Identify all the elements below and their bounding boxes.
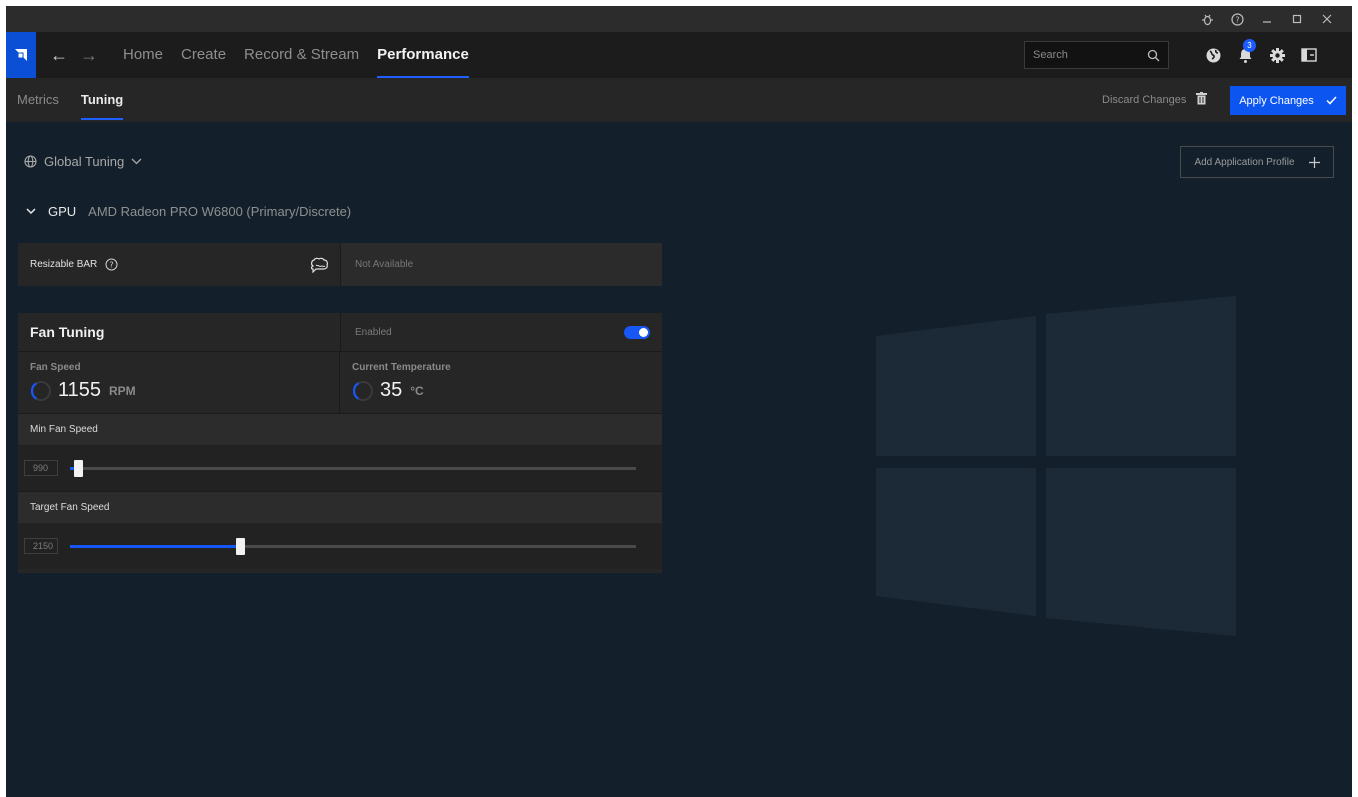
apply-changes-label: Apply Changes	[1239, 94, 1314, 107]
discard-changes-label: Discard Changes	[1102, 94, 1187, 106]
fan-tuning-card: Fan Tuning Enabled Fan Speed 1155 RPM Cu…	[18, 313, 662, 573]
checkmark-icon	[1326, 96, 1337, 105]
plus-icon	[1308, 156, 1320, 168]
svg-text:?: ?	[1235, 15, 1239, 24]
resizable-bar-card: Resizable BAR ? Not Available	[18, 243, 662, 286]
fan-tuning-title: Fan Tuning	[30, 324, 105, 340]
fan-tuning-toggle[interactable]	[624, 325, 650, 339]
fan-speed-label: Fan Speed	[30, 362, 81, 373]
fan-speed-unit: RPM	[109, 383, 136, 398]
temperature-label: Current Temperature	[352, 362, 451, 373]
add-application-profile-button[interactable]: Add Application Profile	[1180, 146, 1334, 178]
gpu-section-header[interactable]: GPU AMD Radeon PRO W6800 (Primary/Discre…	[26, 204, 351, 219]
fan-speed-gauge-icon	[30, 380, 51, 401]
tab-create[interactable]: Create	[172, 32, 235, 78]
chevron-down-icon	[131, 158, 142, 165]
notification-badge: 3	[1243, 39, 1256, 52]
maximize-icon[interactable]	[1282, 6, 1312, 32]
tab-home[interactable]: Home	[114, 32, 172, 78]
discard-changes-button[interactable]: Discard Changes	[1102, 78, 1208, 122]
back-arrow-icon[interactable]: ←	[44, 45, 74, 66]
apply-changes-button[interactable]: Apply Changes	[1230, 86, 1346, 115]
global-tuning-dropdown[interactable]: Global Tuning	[24, 154, 142, 169]
fan-speed-value: 1155	[58, 379, 102, 401]
windows-logo-background	[876, 296, 1236, 636]
fan-speed-metric: Fan Speed 1155 RPM	[18, 352, 340, 413]
main-nav: ← → Home Create Record & Stream Performa…	[6, 32, 1352, 78]
settings-gear-icon[interactable]	[1264, 42, 1290, 68]
tab-record-stream[interactable]: Record & Stream	[235, 32, 368, 78]
gpu-label: GPU	[48, 204, 77, 219]
min-fan-speed-label: Min Fan Speed	[18, 413, 662, 445]
minimize-icon[interactable]	[1252, 6, 1282, 32]
app-window: ? ← → Home Create Record & Stream Perfor…	[6, 6, 1352, 797]
globe-icon[interactable]	[1200, 42, 1226, 68]
close-icon[interactable]	[1312, 6, 1342, 32]
tab-performance[interactable]: Performance	[368, 32, 478, 78]
global-tuning-label: Global Tuning	[44, 154, 125, 169]
chevron-down-icon	[26, 208, 36, 215]
trash-icon	[1196, 92, 1208, 108]
fan-tuning-status: Enabled	[355, 326, 392, 338]
globe-outline-icon	[24, 155, 37, 168]
resizable-bar-label: Resizable BAR	[30, 259, 98, 270]
add-profile-label: Add Application Profile	[1194, 156, 1295, 168]
min-fan-speed-input[interactable]: 990	[24, 460, 58, 476]
target-fan-speed-input[interactable]: 2150	[24, 538, 58, 554]
help-circle-icon[interactable]: ?	[105, 258, 118, 271]
title-bar: ?	[6, 6, 1352, 32]
tab-metrics[interactable]: Metrics	[6, 78, 70, 122]
amd-logo-icon[interactable]	[6, 32, 36, 78]
search-icon	[1147, 49, 1160, 61]
svg-text:?: ?	[110, 261, 114, 270]
search-input[interactable]: Search	[1024, 41, 1169, 69]
help-icon[interactable]: ?	[1222, 6, 1252, 32]
bug-report-icon[interactable]	[1192, 6, 1222, 32]
forward-arrow-icon[interactable]: →	[74, 45, 104, 66]
temperature-value: 35	[380, 379, 403, 401]
target-fan-speed-label: Target Fan Speed	[18, 491, 662, 523]
tab-tuning[interactable]: Tuning	[70, 78, 134, 122]
temperature-metric: Current Temperature 35 °C	[340, 352, 662, 413]
temperature-gauge-icon	[352, 380, 373, 401]
sidebar-panel-icon[interactable]	[1296, 42, 1322, 68]
target-fan-speed-slider[interactable]	[70, 537, 636, 555]
search-placeholder: Search	[1033, 49, 1068, 61]
resizable-bar-status: Not Available	[340, 243, 662, 286]
min-fan-speed-handle[interactable]	[74, 459, 83, 477]
target-fan-speed-fill	[70, 544, 240, 548]
target-fan-speed-row: 2150	[18, 523, 662, 569]
min-fan-speed-row: 990	[18, 445, 662, 491]
sub-nav: Metrics Tuning Discard Changes Apply Cha…	[6, 78, 1352, 122]
temperature-unit: °C	[410, 383, 424, 398]
brain-icon	[310, 257, 328, 273]
target-fan-speed-handle[interactable]	[236, 537, 245, 555]
min-fan-speed-slider[interactable]	[70, 459, 636, 477]
gpu-name: AMD Radeon PRO W6800 (Primary/Discrete)	[88, 204, 352, 219]
notifications-bell-icon[interactable]: 3	[1232, 39, 1258, 68]
